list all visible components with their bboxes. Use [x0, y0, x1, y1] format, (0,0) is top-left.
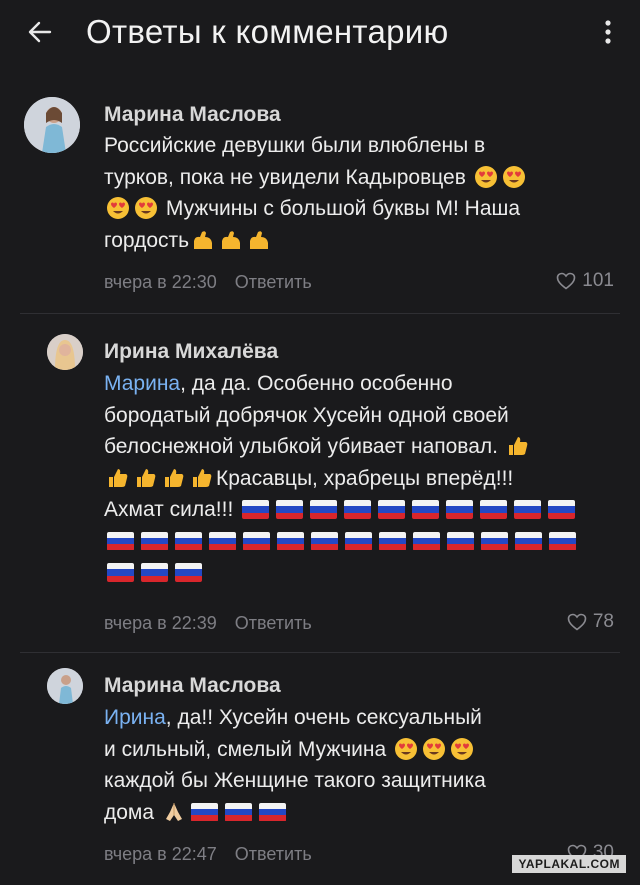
comment-text-line: турков, пока не увидели Кадыровцев [104, 165, 466, 189]
like-button[interactable]: 101 [556, 270, 614, 292]
comment-text: Российские девушки были влюблены в турко… [104, 130, 609, 256]
comment-time: вчера в 22:39 [104, 613, 217, 633]
avatar-photo-icon [47, 668, 83, 704]
thumbs-up-emoji-icon [109, 468, 128, 487]
russia-flag-emoji-icon [258, 802, 286, 822]
comment-time: вчера в 22:47 [104, 844, 217, 864]
russia-flag-emoji-icon [277, 531, 304, 551]
heart-eyes-emoji-icon [422, 737, 445, 760]
avatar-photo-icon [47, 334, 83, 370]
flexed-biceps-emoji-icon [194, 230, 213, 249]
comment-text-line: , да!! Хусейн очень сексуальный [165, 706, 482, 729]
watermark: YAPLAKAL.COM [512, 855, 626, 873]
russia-flag-emoji-icon [310, 500, 338, 519]
russia-flag-emoji-icon [107, 531, 134, 551]
russia-flag-emoji-icon [378, 500, 406, 519]
comment-meta: вчера в 22:39 Ответить [104, 613, 312, 634]
russia-flag-emoji-icon [446, 500, 474, 519]
flexed-biceps-emoji-icon [222, 230, 241, 249]
thumbs-up-emoji-icon [165, 468, 184, 487]
russia-flag-emoji-icon [413, 531, 440, 551]
comment-divider [20, 313, 620, 314]
thumbs-up-emoji-icon [508, 437, 528, 455]
heart-outline-icon [567, 613, 587, 631]
russia-flag-emoji-icon [515, 531, 542, 551]
thumbs-up-emoji-icon [137, 468, 156, 487]
comment-text-line: гордость [104, 228, 190, 252]
top-bar: Ответы к комментарию [0, 0, 640, 64]
heart-eyes-emoji-icon [107, 197, 129, 219]
russia-flag-emoji-icon [276, 500, 304, 519]
thumbs-up-emoji-icon [193, 468, 212, 487]
comment-text-line: белоснежной улыбкой убивает наповал. [104, 435, 498, 458]
russia-flag-emoji-icon [311, 531, 338, 551]
russia-flag-emoji-icon [549, 531, 576, 551]
more-options-button[interactable] [596, 12, 620, 52]
russia-flag-emoji-icon [481, 531, 508, 551]
mention-link[interactable]: Ирина [104, 706, 166, 729]
heart-eyes-emoji-icon [502, 165, 525, 188]
comment-meta: вчера в 22:47 Ответить [104, 844, 312, 865]
russia-flag-emoji-icon [447, 531, 474, 551]
russia-flag-emoji-icon [243, 531, 270, 551]
russia-flag-emoji-icon [242, 500, 270, 519]
russia-flag-emoji-icon [514, 500, 542, 519]
russia-flag-emoji-icon [345, 531, 372, 551]
russia-flag-emoji-icon [412, 500, 440, 519]
avatar[interactable] [24, 97, 80, 153]
comment-text-line: Российские девушки были влюблены в [104, 134, 486, 157]
comment-text-line: каждой бы Женщине такого защитника [104, 769, 486, 792]
comment-text-line: и сильный, смелый Мужчина [104, 737, 387, 761]
avatar[interactable] [47, 668, 83, 704]
russia-flag-emoji-icon [141, 531, 168, 551]
comment-time: вчера в 22:30 [104, 272, 217, 292]
mention-link[interactable]: Марина [104, 372, 180, 395]
heart-eyes-emoji-icon [450, 737, 473, 760]
comment-author[interactable]: Ирина Михалёва [104, 340, 278, 364]
arrow-left-icon [28, 21, 52, 43]
flexed-biceps-emoji-icon [250, 230, 269, 249]
comment-divider [20, 652, 620, 653]
comment-text-line: Красавцы, храбрецы вперёд!!! [216, 466, 514, 490]
russia-flag-emoji-icon [175, 563, 202, 582]
reply-button[interactable]: Ответить [235, 844, 312, 864]
reply-button[interactable]: Ответить [235, 272, 312, 292]
more-vertical-icon [605, 20, 611, 44]
russia-flag-emoji-icon [379, 531, 406, 551]
comment-text: Ирина, да!! Хусейн очень сексуальный и с… [104, 702, 609, 828]
page-title: Ответы к комментарию [86, 13, 449, 50]
reply-button[interactable]: Ответить [235, 613, 312, 633]
comment-text-line: бородатый добрячок Хусейн одной своей [104, 403, 509, 427]
russia-flag-emoji-icon [209, 531, 236, 551]
back-button[interactable] [20, 12, 60, 52]
comment-author[interactable]: Марина Маслова [104, 103, 281, 127]
like-button[interactable]: 78 [567, 611, 614, 633]
russia-flag-emoji-icon [480, 500, 508, 519]
heart-eyes-emoji-icon [394, 737, 417, 760]
heart-eyes-emoji-icon [474, 165, 497, 188]
russia-flag-emoji-icon [141, 563, 168, 582]
comment-text-line: Мужчины с большой буквы М! Наша [165, 197, 521, 220]
russia-flag-emoji-icon [548, 500, 576, 519]
russia-flag-emoji-icon [224, 802, 252, 822]
russia-flag-emoji-icon [175, 531, 202, 551]
russia-flag-emoji-icon [107, 563, 134, 582]
russia-flag-emoji-icon [344, 500, 372, 519]
comment-meta: вчера в 22:30 Ответить [104, 272, 312, 293]
comment-text-line: дома [104, 800, 155, 824]
russia-flag-emoji-icon [190, 802, 218, 822]
comment-text-line: Ахмат сила!!! [104, 498, 234, 521]
folded-hands-emoji-icon [165, 802, 182, 821]
comment-author[interactable]: Марина Маслова [104, 674, 281, 698]
comment-text: Марина, да да. Особенно особенно бородат… [104, 368, 609, 589]
like-count: 78 [592, 611, 614, 632]
heart-eyes-emoji-icon [135, 197, 157, 219]
comment-text-line: , да да. Особенно особенно [180, 372, 453, 395]
like-count: 101 [582, 270, 614, 291]
avatar-photo-icon [24, 97, 80, 153]
heart-outline-icon [556, 272, 576, 290]
avatar[interactable] [47, 334, 83, 370]
